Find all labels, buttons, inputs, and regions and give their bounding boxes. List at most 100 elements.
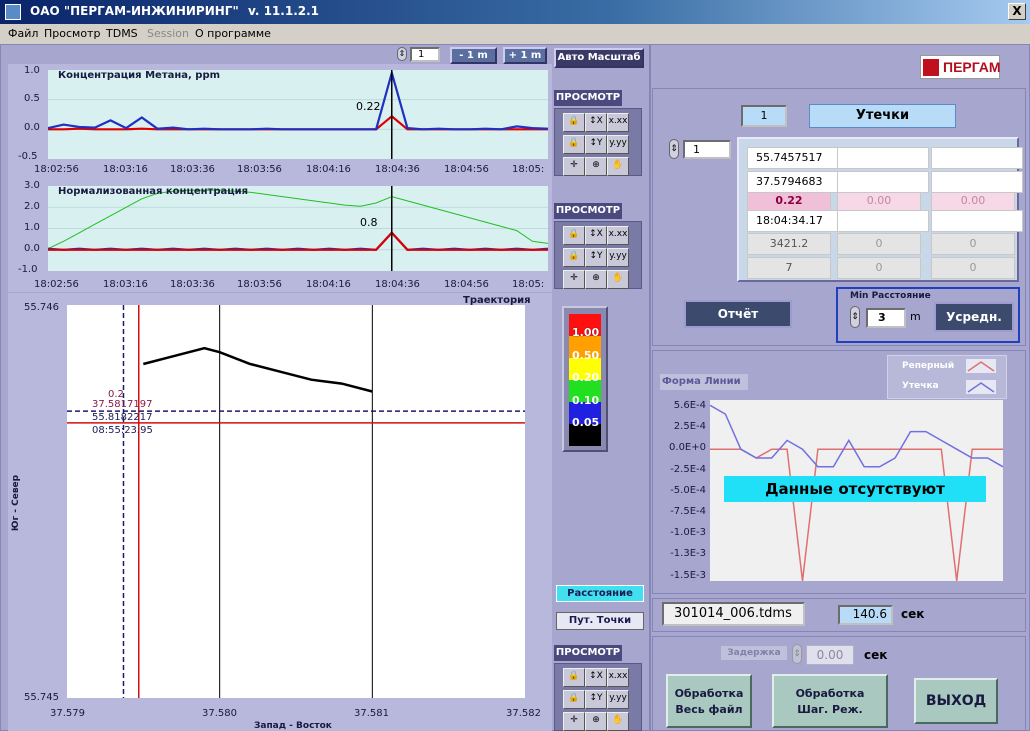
file-name-field: 301014_006.tdms xyxy=(662,602,805,626)
x-tick: 18:02:56 xyxy=(34,279,79,290)
format-x-icon[interactable]: x.xx xyxy=(607,668,629,687)
line-shape-yaxis: 5.6E-4 2.5E-4 0.0E+0 -2.5E-4 -5.0E-4 -7.5E-4 -… xyxy=(664,400,708,585)
methane-chart: Концентрация Метана, ppm 0.22 1.0 0.5 0.… xyxy=(8,64,552,180)
legend-swatch-leak xyxy=(966,380,996,394)
y-tick: -2.5E-4 xyxy=(670,463,706,475)
crosshair-icon[interactable]: ✛ xyxy=(563,270,585,289)
methane-plot-area[interactable] xyxy=(47,68,549,159)
scale-label: 0.50 xyxy=(572,349,600,362)
process-file-button[interactable]: Обработка Весь файл xyxy=(666,674,752,728)
hand-pan-icon[interactable]: ✋ xyxy=(607,270,629,289)
autoscale-y-icon[interactable]: ↕Y xyxy=(585,248,607,267)
hand-pan-icon[interactable]: ✋ xyxy=(607,712,629,731)
minus-1m-button[interactable]: - 1 m xyxy=(450,47,497,64)
zoom-icon[interactable]: ⊕ xyxy=(585,157,607,176)
plus-1m-button[interactable]: + 1 m xyxy=(503,47,547,64)
leak-longitude: 37.5794683 xyxy=(747,171,839,193)
average-button[interactable]: Усредн. xyxy=(934,302,1014,332)
scale-label: 0.10 xyxy=(572,394,600,407)
trajectory-chart: Траектория 55.746 55.745 37.579 37.580 3… xyxy=(8,293,552,731)
leak-index: 1 xyxy=(741,105,787,127)
autoscale-y-icon[interactable]: ↕Y xyxy=(585,690,607,709)
autoscale-button[interactable]: Авто Масштаб xyxy=(554,48,644,68)
delay-label: Задержка xyxy=(721,646,787,660)
y-tick: 1.0 xyxy=(24,65,40,76)
format-x-icon[interactable]: x.xx xyxy=(607,226,629,245)
close-window-button[interactable]: X xyxy=(1008,3,1026,20)
x-tick: 18:02:56 xyxy=(34,164,79,175)
toolbox-3: ПРОСМОТР 🔒 ↕X x.xx 🔒 ↕Y y.yy ✛ ⊕ ✋ xyxy=(554,645,644,731)
leak-selector-input[interactable]: 1 xyxy=(683,140,731,159)
exit-button[interactable]: ВЫХОД xyxy=(914,678,998,724)
autoscale-y-icon[interactable]: ↕Y xyxy=(585,135,607,154)
min-distance-spinner-icon[interactable]: ⇕ xyxy=(850,306,860,328)
step-spinner-icon[interactable]: ⇕ xyxy=(397,47,407,61)
format-y-icon[interactable]: y.yy xyxy=(607,135,629,154)
report-button[interactable]: Отчёт xyxy=(684,300,792,328)
line-shape-legend: Реперный Утечка xyxy=(887,355,1007,399)
file-duration-unit: сек xyxy=(901,607,925,621)
color-scale: 1.00 0.50 0.20 0.10 0.05 xyxy=(562,306,608,452)
x-tick: 18:04:36 xyxy=(375,164,420,175)
lock-icon[interactable]: 🔒 xyxy=(563,113,585,132)
crosshair-icon[interactable]: ✛ xyxy=(563,712,585,731)
autoscale-x-icon[interactable]: ↕X xyxy=(585,226,607,245)
series-line xyxy=(47,189,549,250)
leak-selector-spinner-icon[interactable]: ⇕ xyxy=(669,139,679,159)
hand-pan-icon[interactable]: ✋ xyxy=(607,157,629,176)
lock-icon[interactable]: 🔒 xyxy=(563,135,585,154)
menu-view[interactable]: Просмотр xyxy=(44,27,100,40)
app-icon xyxy=(5,4,21,20)
process-step-line2: Шаг. Реж. xyxy=(797,703,863,716)
methane-chart-svg xyxy=(47,68,549,159)
normalized-plot-area[interactable] xyxy=(47,186,549,271)
series-line xyxy=(47,231,549,251)
min-distance-input[interactable]: 3 xyxy=(866,308,906,328)
zoom-icon[interactable]: ⊕ xyxy=(585,712,607,731)
leak2-latitude xyxy=(837,147,929,169)
trajectory-plot-area[interactable] xyxy=(67,305,525,698)
x-tick: 18:03:16 xyxy=(103,279,148,290)
format-x-icon[interactable]: x.xx xyxy=(607,113,629,132)
leak3-count: 0 xyxy=(931,257,1015,279)
leak-concentration: 0.22 xyxy=(747,192,831,211)
delay-unit: сек xyxy=(864,648,888,662)
waypoints-mode-button[interactable]: Пут. Точки xyxy=(556,612,644,630)
format-y-icon[interactable]: y.yy xyxy=(607,248,629,267)
step-input[interactable]: 1 xyxy=(410,47,440,62)
prosmotr-label: ПРОСМОТР xyxy=(554,645,622,661)
leak-count: 7 xyxy=(747,257,831,279)
lock-icon[interactable]: 🔒 xyxy=(563,690,585,709)
normalized-chart-title: Нормализованная концентрация xyxy=(58,186,249,197)
autoscale-x-icon[interactable]: ↕X xyxy=(585,668,607,687)
logo-mark-icon xyxy=(923,59,939,76)
zoom-icon[interactable]: ⊕ xyxy=(585,270,607,289)
y-tick: 1.0 xyxy=(24,222,40,233)
format-y-icon[interactable]: y.yy xyxy=(607,690,629,709)
y-tick: 2.5E-4 xyxy=(673,421,706,433)
crosshair-icon[interactable]: ✛ xyxy=(563,157,585,176)
scale-label: 0.05 xyxy=(572,416,600,429)
menu-file[interactable]: Файл xyxy=(8,27,38,40)
lock-icon[interactable]: 🔒 xyxy=(563,248,585,267)
min-distance-unit: m xyxy=(910,310,921,323)
leak3-concentration: 0.00 xyxy=(931,192,1015,211)
series-line xyxy=(48,231,548,251)
y-tick: -5.0E-4 xyxy=(670,484,706,496)
lock-icon[interactable]: 🔒 xyxy=(563,226,585,245)
x-tick: 18:03:56 xyxy=(237,164,282,175)
menu-about[interactable]: О программе xyxy=(195,27,271,40)
autoscale-x-icon[interactable]: ↕X xyxy=(585,113,607,132)
x-tick: 37.579 xyxy=(50,708,85,719)
leak2-concentration: 0.00 xyxy=(837,192,921,211)
process-step-button[interactable]: Обработка Шаг. Реж. xyxy=(772,674,888,728)
prosmotr-label: ПРОСМОТР xyxy=(554,90,622,106)
distance-mode-button[interactable]: Расстояние xyxy=(556,585,644,602)
trajectory-x-label: Запад - Восток xyxy=(254,721,332,731)
lock-icon[interactable]: 🔒 xyxy=(563,668,585,687)
legend-label: Утечка xyxy=(902,381,939,391)
x-tick: 18:04:56 xyxy=(444,164,489,175)
x-tick: 18:03:16 xyxy=(103,164,148,175)
menu-tdms[interactable]: TDMS xyxy=(106,27,138,40)
toolbox-1: ПРОСМОТР 🔒 ↕X x.xx 🔒 ↕Y y.yy ✛ ⊕ ✋ xyxy=(554,90,644,176)
